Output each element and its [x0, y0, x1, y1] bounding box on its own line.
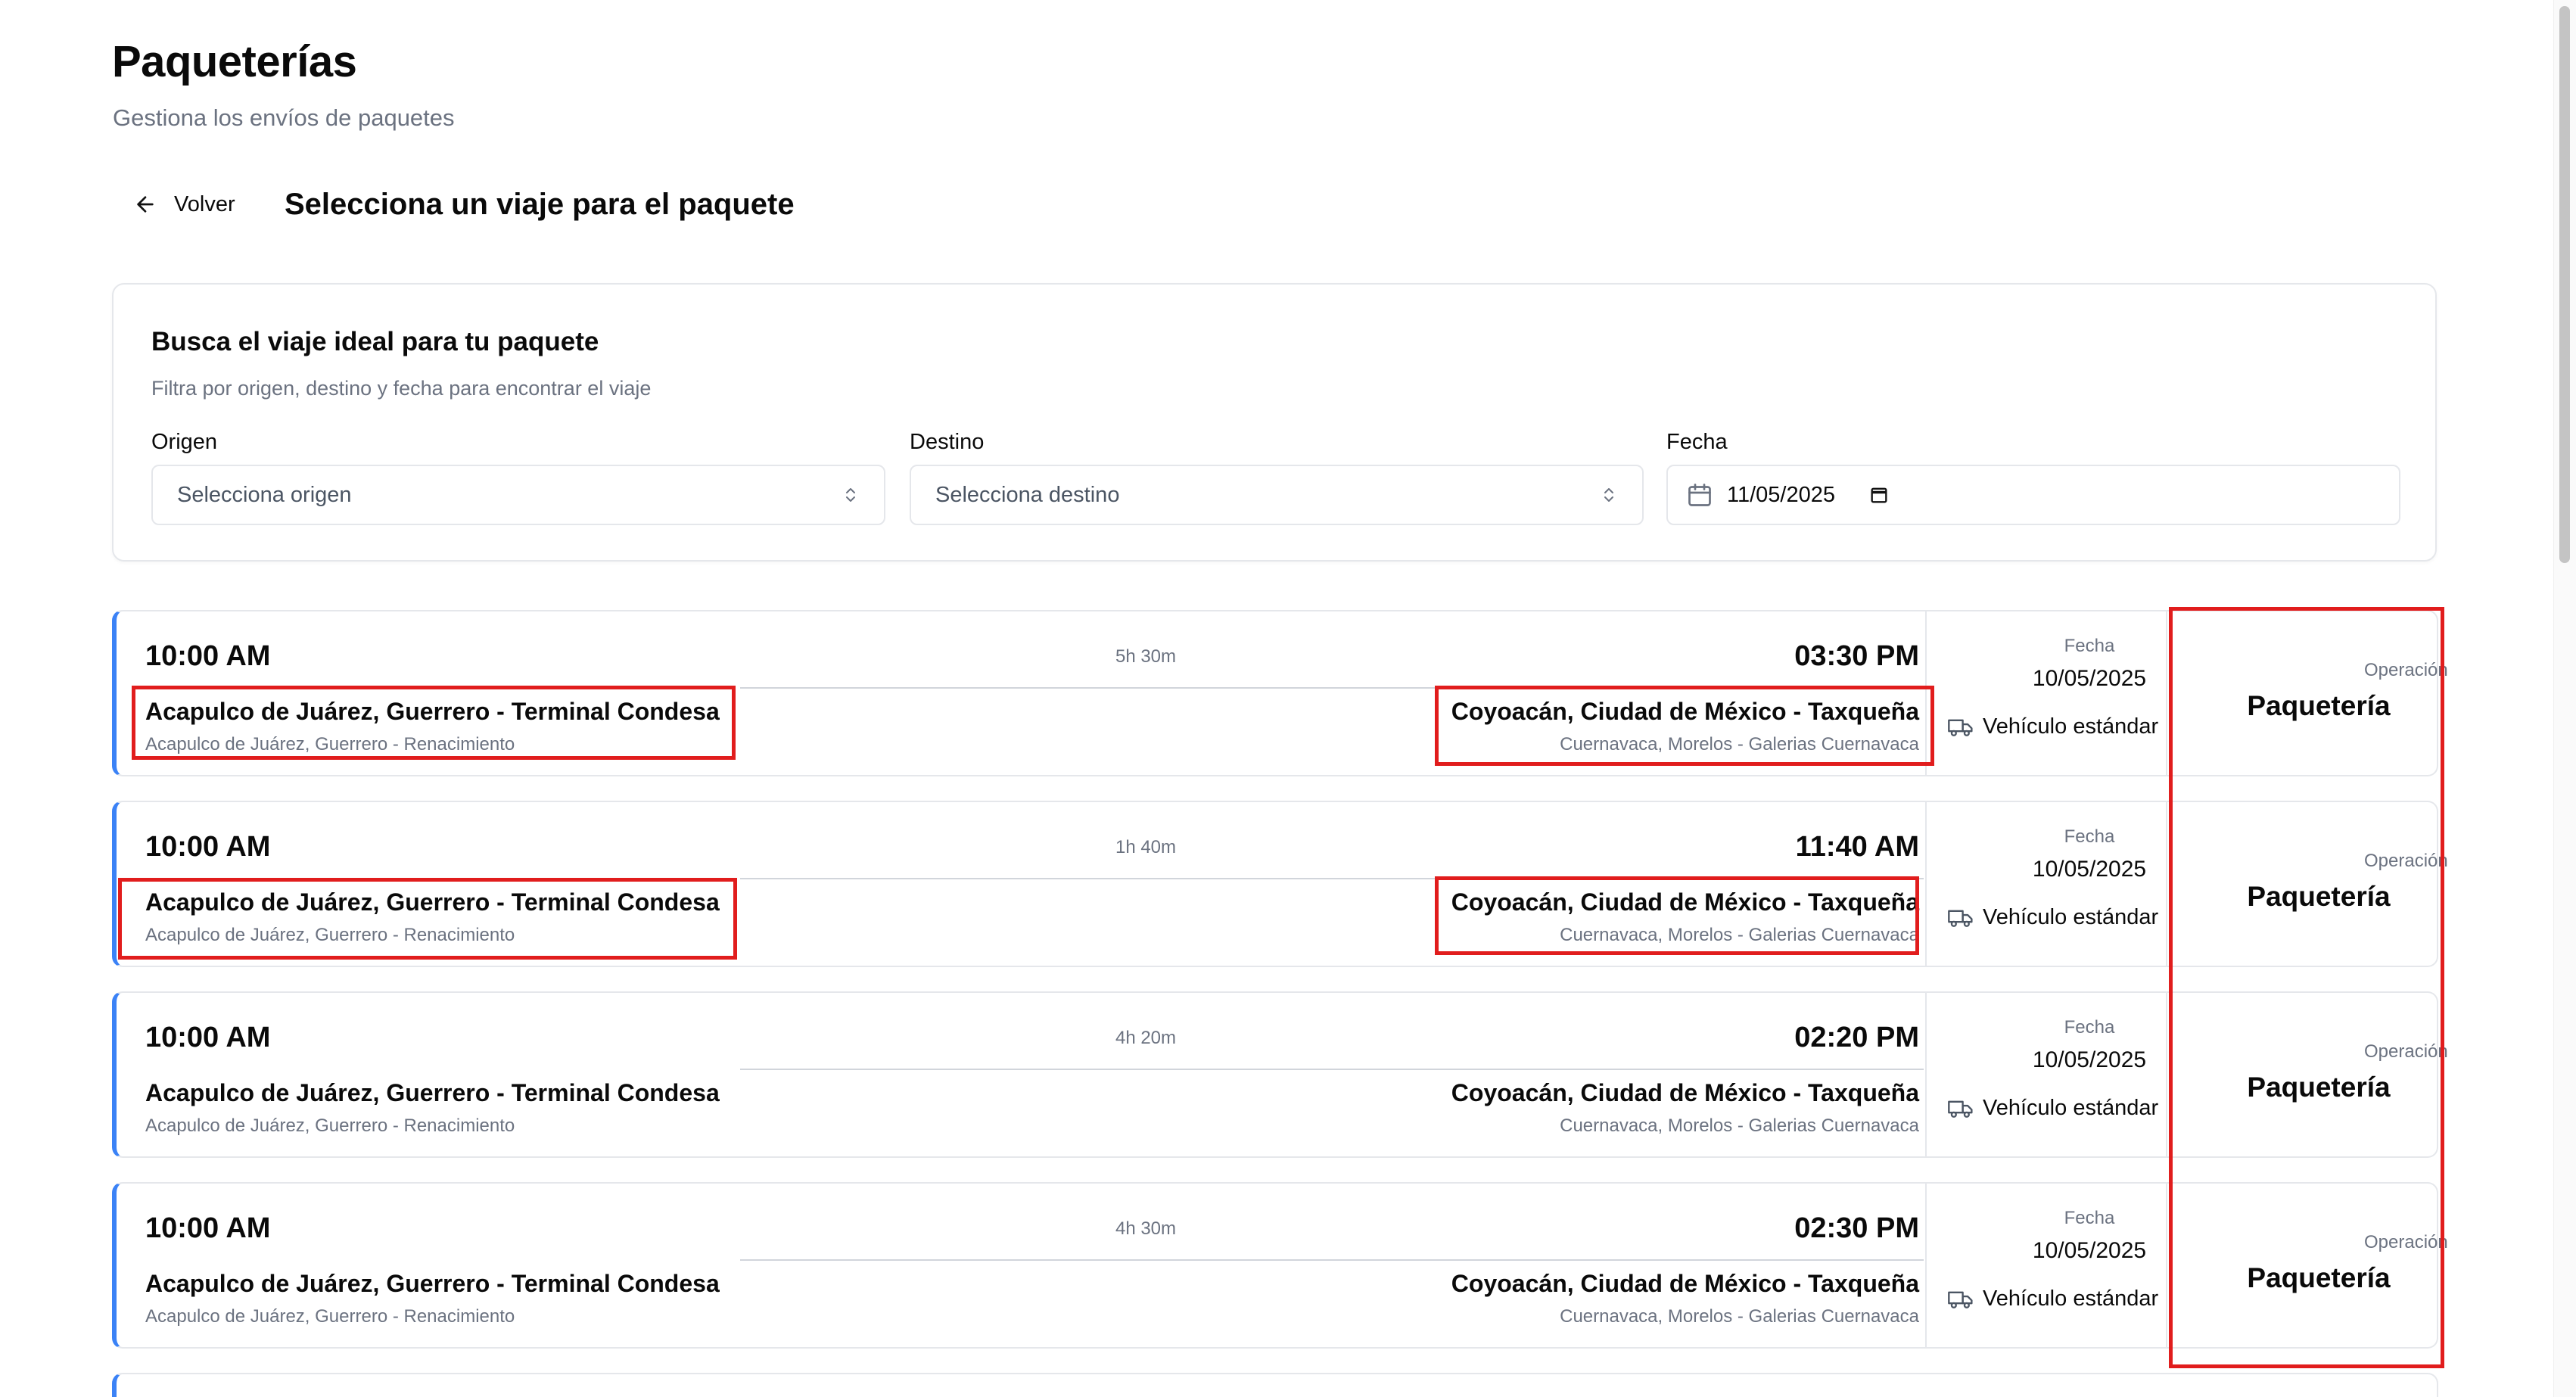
destination-subterminal: Cuernavaca, Morelos - Galerias Cuernavac…	[1560, 1306, 1919, 1327]
arrival-time: 02:30 PM	[1794, 1212, 1919, 1244]
arrow-left-icon	[137, 196, 154, 213]
divider	[1925, 1184, 1927, 1347]
date-value: 11/05/2025	[1727, 482, 1835, 507]
step-title: Selecciona un viaje para el paquete	[285, 188, 795, 221]
date-label: Fecha	[2064, 1208, 2115, 1228]
origin-terminal: Acapulco de Juárez, Guerrero - Terminal …	[145, 698, 720, 725]
trip-card-partial[interactable]	[112, 1373, 2438, 1397]
filter-title: Busca el viaje ideal para tu paquete	[151, 327, 599, 356]
operation-value: Paquetería	[2247, 881, 2391, 912]
scrollbar[interactable]	[2553, 0, 2576, 1397]
calendar-icon	[1688, 484, 1711, 506]
operation-value: Paquetería	[2247, 1262, 2391, 1293]
vehicle-label: Vehículo estándar	[1983, 1096, 2159, 1120]
origin-subterminal: Acapulco de Juárez, Guerrero - Renacimie…	[145, 1115, 515, 1136]
trip-date: 10/05/2025	[2032, 1238, 2147, 1263]
trip-duration: 5h 30m	[1115, 646, 1177, 667]
route-line	[740, 687, 1924, 689]
destination-subterminal: Cuernavaca, Morelos - Galerias Cuernavac…	[1560, 925, 1919, 945]
divider	[2166, 1184, 2167, 1347]
destination-terminal: Coyoacán, Ciudad de México - Taxqueña	[1451, 698, 1919, 725]
trip-card[interactable]: 10:00 AM 1h 40m 11:40 AM Acapulco de Juá…	[112, 801, 2448, 967]
date-label: Fecha	[2064, 1017, 2115, 1038]
origin-subterminal: Acapulco de Juárez, Guerrero - Renacimie…	[145, 734, 515, 755]
departure-time: 10:00 AM	[145, 640, 271, 672]
trip-duration: 4h 30m	[1115, 1218, 1177, 1239]
divider	[1925, 611, 1927, 775]
destination-placeholder: Selecciona destino	[935, 482, 1120, 507]
operation-value: Paquetería	[2247, 690, 2391, 721]
operation-label: Operación	[2364, 851, 2448, 871]
date-label: Fecha	[1666, 430, 1728, 454]
destination-select[interactable]: Selecciona destino	[910, 465, 1644, 525]
truck-icon	[1948, 1291, 1973, 1308]
vehicle-info: Vehículo estándar	[1948, 714, 2158, 739]
divider	[2166, 993, 2167, 1156]
route-line	[740, 1259, 1924, 1261]
vehicle-label: Vehículo estándar	[1983, 714, 2159, 739]
trip-date: 10/05/2025	[2032, 857, 2147, 882]
operation-label: Operación	[2364, 1232, 2448, 1252]
origin-subterminal: Acapulco de Juárez, Guerrero - Renacimie…	[145, 925, 515, 945]
destination-terminal: Coyoacán, Ciudad de México - Taxqueña	[1451, 1270, 1919, 1297]
arrival-time: 02:20 PM	[1794, 1022, 1919, 1053]
page-subtitle: Gestiona los envíos de paquetes	[113, 104, 455, 131]
trip-card[interactable]: 10:00 AM 4h 30m 02:30 PM Acapulco de Juá…	[112, 1182, 2448, 1349]
origin-terminal: Acapulco de Juárez, Guerrero - Terminal …	[145, 1079, 720, 1106]
vehicle-info: Vehículo estándar	[1948, 1096, 2158, 1121]
departure-time: 10:00 AM	[145, 1022, 271, 1053]
calendar-picker-icon[interactable]	[1868, 484, 1890, 506]
filter-card: Busca el viaje ideal para tu paquete Fil…	[112, 283, 2437, 562]
vehicle-info: Vehículo estándar	[1948, 905, 2158, 930]
chevrons-up-down-icon	[846, 488, 855, 502]
divider	[2166, 611, 2167, 775]
operation-label: Operación	[2364, 1041, 2448, 1062]
route-line	[740, 878, 1924, 879]
destination-subterminal: Cuernavaca, Morelos - Galerias Cuernavac…	[1560, 734, 1919, 755]
filter-description: Filtra por origen, destino y fecha para …	[151, 377, 652, 400]
back-row: Volver	[133, 186, 235, 222]
departure-time: 10:00 AM	[145, 831, 271, 863]
trip-duration: 1h 40m	[1115, 837, 1177, 857]
destination-subterminal: Cuernavaca, Morelos - Galerias Cuernavac…	[1560, 1115, 1919, 1136]
back-button[interactable]: Volver	[133, 192, 235, 217]
origin-label: Origen	[151, 430, 218, 454]
operation-value: Paquetería	[2247, 1072, 2391, 1103]
trip-card[interactable]: 10:00 AM 4h 20m 02:20 PM Acapulco de Juá…	[112, 991, 2448, 1158]
date-label: Fecha	[2064, 636, 2115, 656]
divider	[1925, 802, 1927, 966]
scroll-thumb[interactable]	[2559, 6, 2570, 563]
truck-icon	[1948, 719, 1973, 736]
trip-date: 10/05/2025	[2032, 666, 2147, 691]
departure-time: 10:00 AM	[145, 1212, 271, 1244]
trip-date: 10/05/2025	[2032, 1047, 2147, 1072]
route-line	[740, 1069, 1924, 1070]
divider	[1925, 993, 1927, 1156]
origin-subterminal: Acapulco de Juárez, Guerrero - Renacimie…	[145, 1306, 515, 1327]
destination-terminal: Coyoacán, Ciudad de México - Taxqueña	[1451, 1079, 1919, 1106]
origin-select[interactable]: Selecciona origen	[151, 465, 885, 525]
trip-duration: 4h 20m	[1115, 1028, 1177, 1048]
destination-label: Destino	[910, 430, 985, 454]
arrival-time: 03:30 PM	[1794, 640, 1919, 672]
operation-label: Operación	[2364, 660, 2448, 680]
vehicle-label: Vehículo estándar	[1983, 905, 2159, 929]
back-label: Volver	[174, 191, 235, 216]
trip-card[interactable]: 10:00 AM 5h 30m 03:30 PM Acapulco de Juá…	[112, 610, 2448, 776]
arrival-time: 11:40 AM	[1795, 831, 1919, 863]
date-label: Fecha	[2064, 826, 2115, 847]
destination-terminal: Coyoacán, Ciudad de México - Taxqueña	[1451, 888, 1919, 916]
date-input[interactable]: 11/05/2025	[1666, 465, 2400, 525]
vehicle-label: Vehículo estándar	[1983, 1287, 2159, 1311]
truck-icon	[1948, 1100, 1973, 1118]
divider	[2166, 802, 2167, 966]
origin-terminal: Acapulco de Juárez, Guerrero - Terminal …	[145, 888, 720, 916]
origin-terminal: Acapulco de Juárez, Guerrero - Terminal …	[145, 1270, 720, 1297]
page-title: Paqueterías	[112, 37, 357, 86]
truck-icon	[1948, 910, 1973, 927]
vehicle-info: Vehículo estándar	[1948, 1287, 2158, 1311]
chevrons-up-down-icon	[1604, 488, 1613, 502]
origin-placeholder: Selecciona origen	[177, 482, 352, 507]
